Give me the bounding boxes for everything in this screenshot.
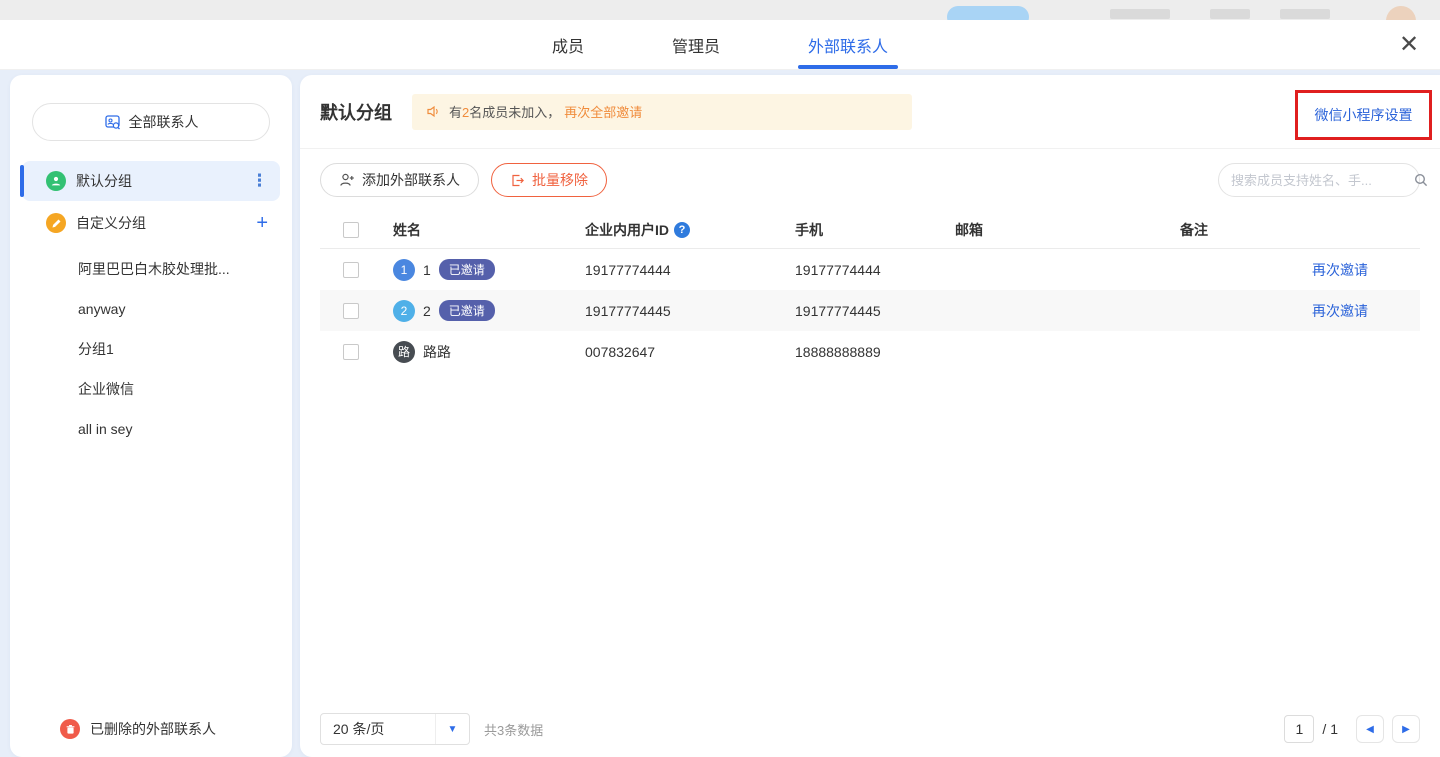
row-checkbox[interactable]	[343, 262, 359, 278]
table-row: 路路路00783264718888888889	[320, 331, 1420, 372]
search-icon	[1413, 172, 1429, 188]
batch-remove-button[interactable]: 批量移除	[491, 163, 607, 197]
name-cell: 路路路	[393, 341, 585, 363]
invite-all-link[interactable]: 再次全部邀请	[564, 102, 642, 121]
tab-1[interactable]: 管理员	[672, 20, 720, 69]
next-page-button[interactable]: ▶	[1392, 715, 1420, 743]
custom-group-label: 自定义分组	[76, 213, 146, 233]
reinvite-link[interactable]: 再次邀请	[1312, 262, 1368, 278]
sidebar-item-deleted-contacts[interactable]: 已删除的外部联系人	[10, 719, 292, 739]
all-contacts-button[interactable]: 全部联系人	[32, 103, 270, 141]
help-icon[interactable]: ?	[674, 222, 690, 238]
main-header: 默认分组 有2名成员未加入， 再次全部邀请 微信小程序设置	[300, 75, 1440, 149]
dropdown-arrow-icon: ▼	[435, 714, 469, 744]
sidebar-item-default-group[interactable]: 默认分组 ⋮	[22, 161, 280, 201]
group-person-icon	[46, 171, 66, 191]
col-email: 邮箱	[955, 220, 1180, 240]
contact-name: 2	[423, 303, 431, 319]
sidebar-group-item[interactable]: anyway	[10, 289, 292, 329]
cell-phone: 19177774445	[795, 303, 955, 319]
prev-page-button[interactable]: ◀	[1356, 715, 1384, 743]
tab-2[interactable]: 外部联系人	[808, 20, 888, 69]
banner-text: 有2名成员未加入，	[449, 102, 560, 121]
table-row: 11 已邀请 1917777444419177774444 再次邀请	[320, 249, 1420, 290]
background-ghost-1	[1110, 9, 1170, 19]
background-ghost-2	[1210, 9, 1250, 19]
contacts-search-icon	[104, 114, 121, 131]
modal-tab-bar: 成员 管理员 外部联系人	[0, 20, 1440, 70]
name-cell: 22 已邀请	[393, 300, 585, 322]
background-avatar	[1386, 6, 1416, 20]
add-person-icon	[339, 172, 355, 188]
all-contacts-label: 全部联系人	[129, 112, 199, 132]
avatar: 1	[393, 259, 415, 281]
cell-phone: 18888888889	[795, 344, 955, 360]
close-icon[interactable]: ✕	[1396, 32, 1422, 58]
trash-icon	[60, 719, 80, 739]
col-user-id: 企业内用户ID ?	[585, 220, 795, 240]
pagination: 20 条/页 ▼ 共3条数据 / 1 ◀ ▶	[320, 713, 1420, 745]
add-external-contact-button[interactable]: 添加外部联系人	[320, 163, 479, 197]
table-row: 22 已邀请 1917777444519177774445 再次邀请	[320, 290, 1420, 331]
cell-user-id: 007832647	[585, 344, 795, 360]
invite-banner: 有2名成员未加入， 再次全部邀请	[412, 94, 912, 130]
name-cell: 11 已邀请	[393, 259, 585, 281]
search-input[interactable]	[1231, 173, 1407, 188]
remove-icon	[510, 173, 525, 188]
col-remark: 备注	[1180, 220, 1260, 240]
contacts-table: 姓名 企业内用户ID ? 手机 邮箱 备注 11已邀请1917777444419…	[320, 211, 1420, 372]
pager: / 1 ◀ ▶	[1284, 715, 1420, 743]
row-checkbox[interactable]	[343, 303, 359, 319]
remove-button-label: 批量移除	[532, 170, 588, 190]
sidebar-group-item[interactable]: 阿里巴巴白木胶处理批...	[10, 249, 292, 289]
group-pencil-icon	[46, 213, 66, 233]
col-phone: 手机	[795, 220, 955, 240]
default-group-label: 默认分组	[76, 171, 132, 191]
invited-badge: 已邀请	[439, 300, 495, 321]
toolbar: 添加外部联系人 批量移除	[300, 149, 1440, 211]
add-button-label: 添加外部联系人	[362, 170, 460, 190]
reinvite-link[interactable]: 再次邀请	[1312, 303, 1368, 319]
modal-content: 全部联系人 默认分组 ⋮ 自定义分组 + 阿里巴巴白木胶处理批...anyway…	[0, 70, 1440, 757]
col-name: 姓名	[393, 220, 585, 240]
table-header: 姓名 企业内用户ID ? 手机 邮箱 备注	[320, 211, 1420, 249]
action-cell: 再次邀请	[1260, 260, 1420, 280]
contact-name: 1	[423, 262, 431, 278]
sidebar-group-item[interactable]: 企业微信	[10, 369, 292, 409]
sidebar-group-item[interactable]: all in sey	[10, 409, 292, 449]
background-ghost-3	[1280, 9, 1330, 19]
action-cell: 再次邀请	[1260, 301, 1420, 321]
avatar: 2	[393, 300, 415, 322]
background-page-strip	[0, 0, 1440, 20]
annotation-highlight-box: 微信小程序设置	[1295, 90, 1432, 140]
select-all-checkbox[interactable]	[343, 222, 359, 238]
add-group-icon[interactable]: +	[256, 212, 268, 235]
cell-phone: 19177774444	[795, 262, 955, 278]
main-panel: 默认分组 有2名成员未加入， 再次全部邀请 微信小程序设置 添加外部联系人	[300, 75, 1440, 757]
search-box	[1218, 163, 1420, 197]
page-title: 默认分组	[320, 99, 392, 125]
more-menu-icon[interactable]: ⋮	[251, 171, 268, 191]
tab-0[interactable]: 成员	[552, 20, 584, 69]
deleted-contacts-label: 已删除的外部联系人	[90, 719, 216, 739]
sidebar: 全部联系人 默认分组 ⋮ 自定义分组 + 阿里巴巴白木胶处理批...anyway…	[10, 75, 292, 757]
total-count-text: 共3条数据	[484, 720, 543, 739]
contact-name: 路路	[423, 342, 451, 362]
page-number-input[interactable]	[1284, 715, 1314, 743]
table-body: 11 已邀请 1917777444419177774444 再次邀请 22 已邀请 1917…	[320, 249, 1420, 372]
row-checkbox[interactable]	[343, 344, 359, 360]
cell-user-id: 19177774445	[585, 303, 795, 319]
sidebar-group-item[interactable]: 分组1	[10, 329, 292, 369]
sidebar-item-custom-group[interactable]: 自定义分组 +	[22, 203, 280, 243]
custom-group-list: 阿里巴巴白木胶处理批...anyway分组1企业微信all in sey	[10, 249, 292, 449]
page-size-select[interactable]: 20 条/页 ▼	[320, 713, 470, 745]
mini-program-settings-link[interactable]: 微信小程序设置	[1315, 105, 1413, 125]
cell-user-id: 19177774444	[585, 262, 795, 278]
avatar: 路	[393, 341, 415, 363]
invited-badge: 已邀请	[439, 259, 495, 280]
page-size-value: 20 条/页	[321, 719, 435, 739]
background-button	[947, 6, 1029, 20]
speaker-icon	[426, 104, 441, 119]
page-total-label: / 1	[1322, 721, 1338, 737]
